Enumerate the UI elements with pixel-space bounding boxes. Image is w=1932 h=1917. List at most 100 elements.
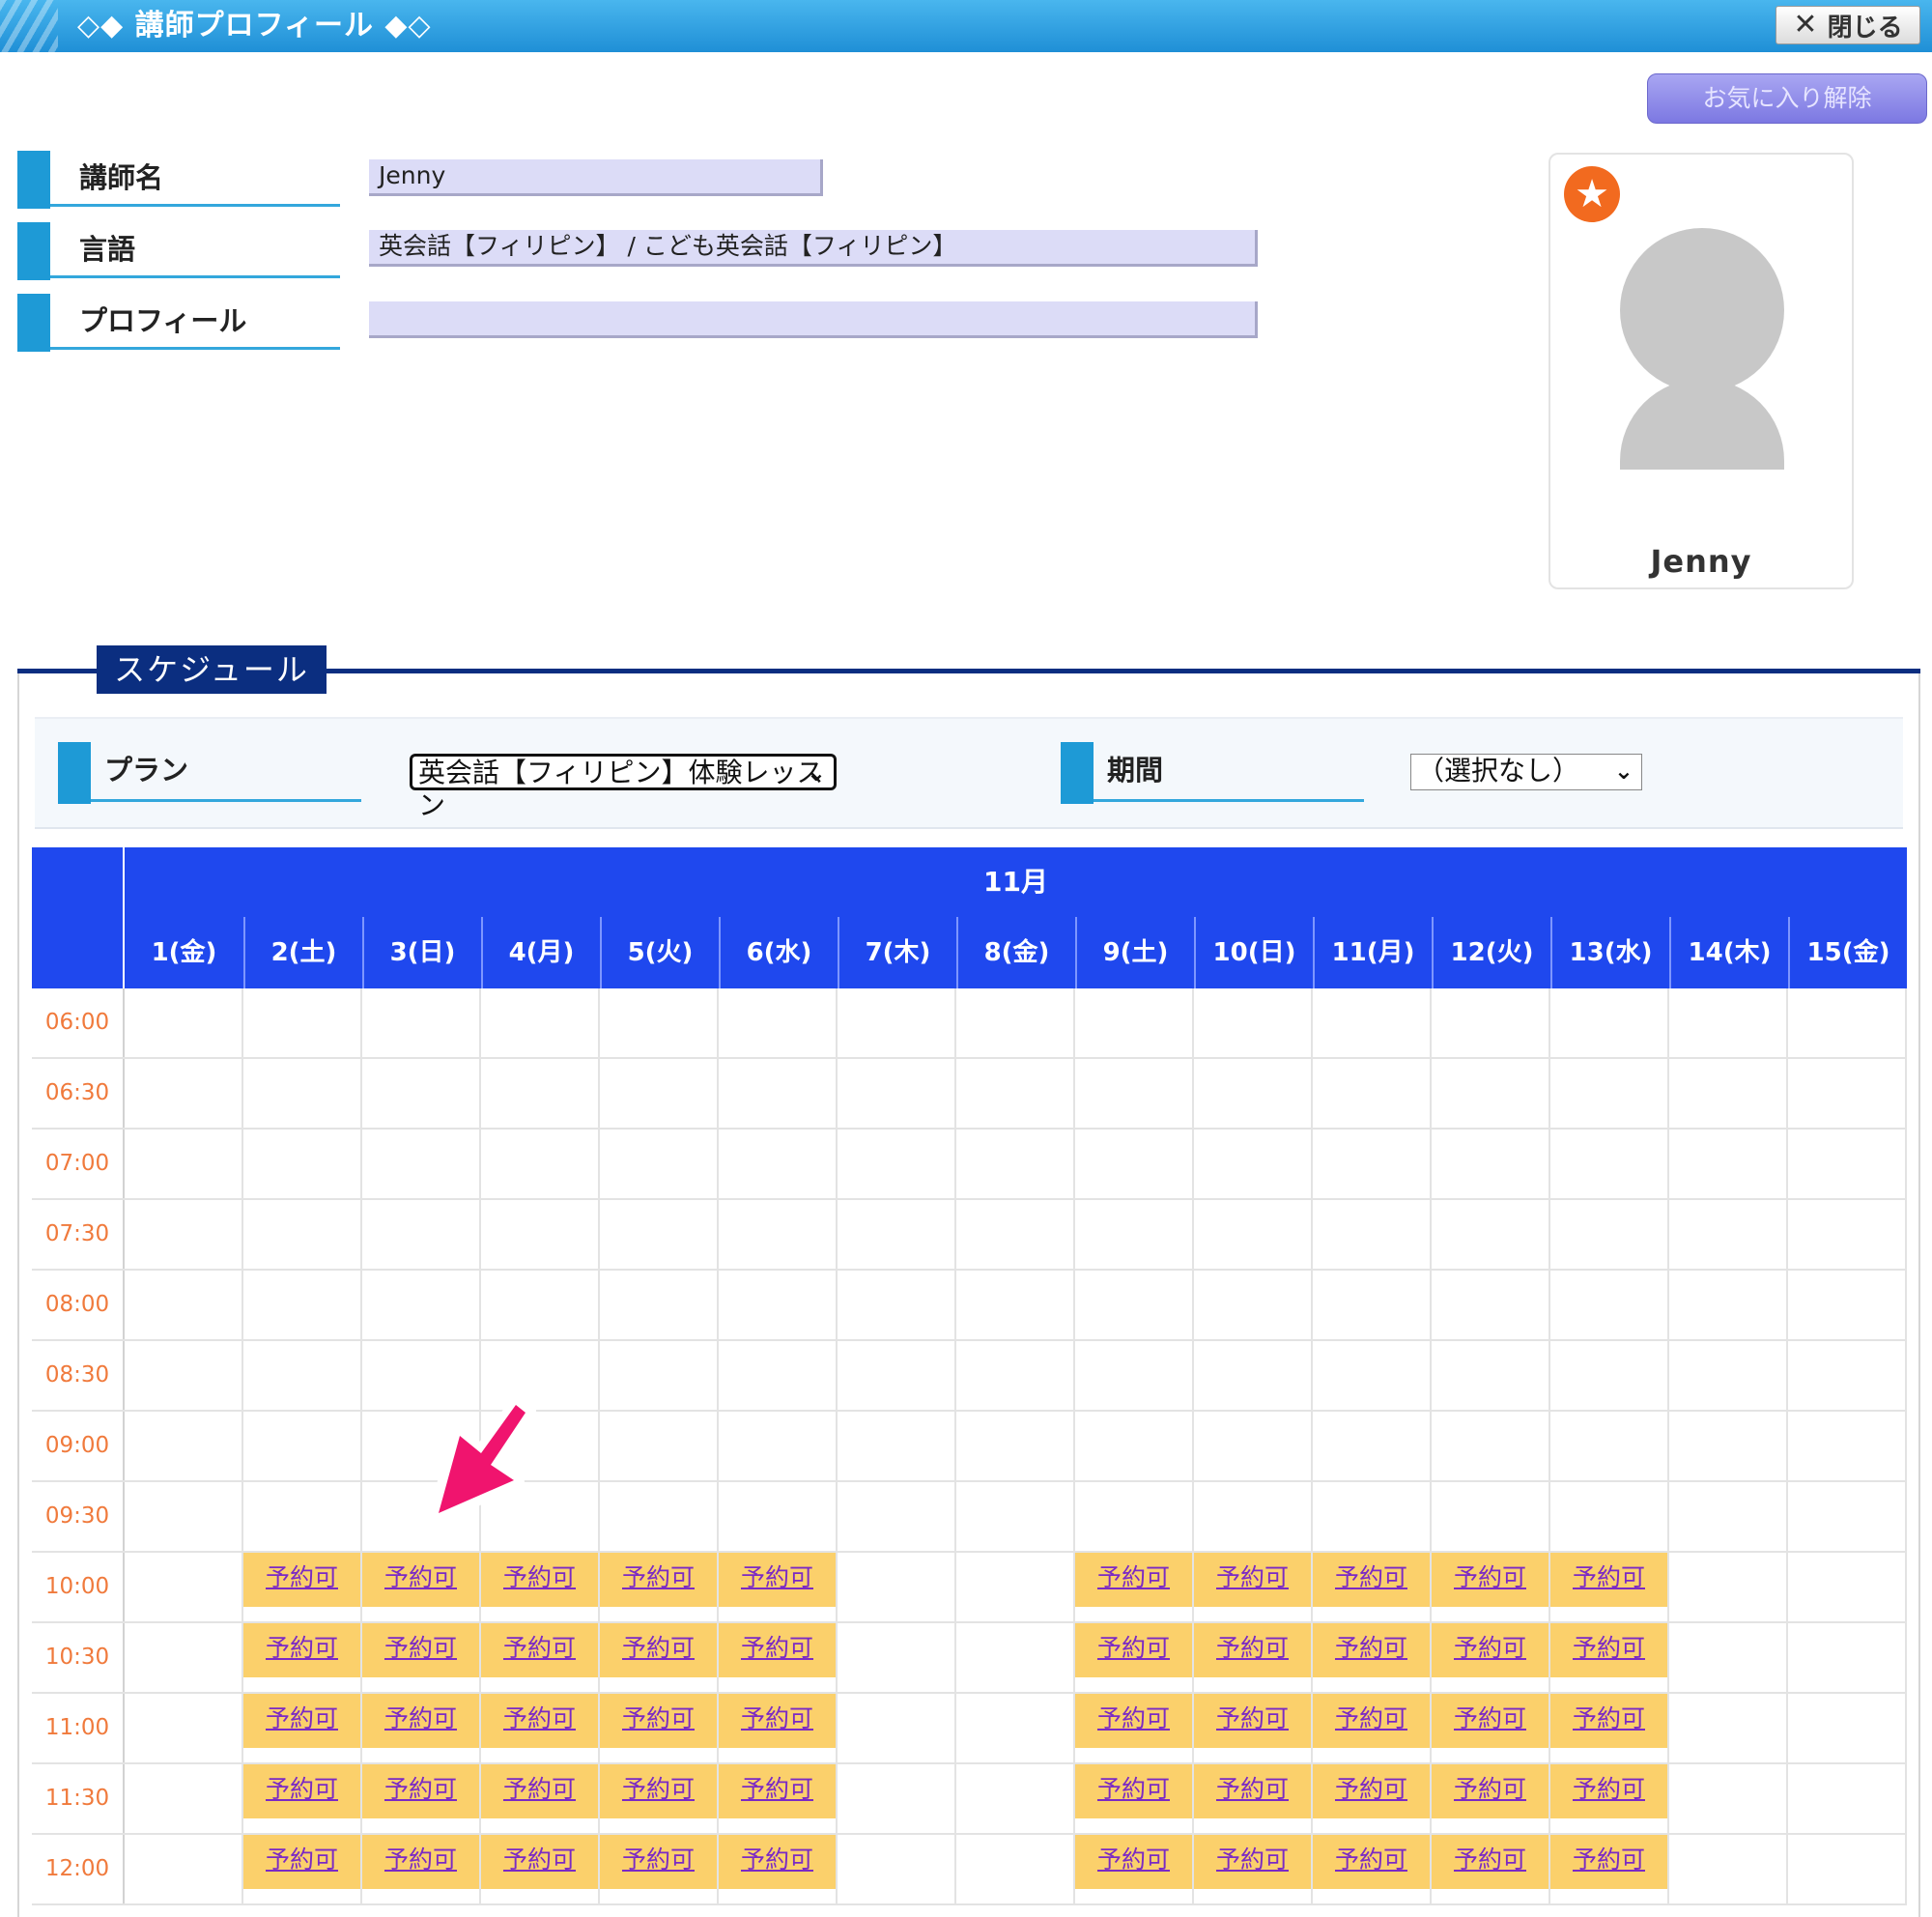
reserve-slot-link[interactable]: 予約可: [1432, 1553, 1548, 1607]
slot-cell: 予約可: [1075, 1553, 1194, 1621]
slot-cell: [125, 1835, 243, 1903]
profile-value: [369, 301, 1258, 338]
time-row: 06:00: [32, 988, 1907, 1059]
slot-cell: 予約可: [600, 1553, 719, 1621]
slot-cell: [1075, 1412, 1194, 1480]
time-row: 07:30: [32, 1200, 1907, 1271]
slot-cell: [1194, 1482, 1313, 1551]
reserve-slot-link[interactable]: 予約可: [1550, 1835, 1667, 1889]
slot-cell: 予約可: [481, 1694, 600, 1762]
reserve-slot-link[interactable]: 予約可: [719, 1553, 836, 1607]
reserve-slot-link[interactable]: 予約可: [243, 1694, 360, 1748]
close-button[interactable]: ✕ 閉じる: [1776, 6, 1920, 44]
reserve-slot-link[interactable]: 予約可: [1194, 1553, 1311, 1607]
slot-cell: [719, 1412, 838, 1480]
slot-cell: [125, 1623, 243, 1692]
slot-cell: [838, 1694, 956, 1762]
slot-cell: [719, 988, 838, 1057]
reserve-slot-link[interactable]: 予約可: [1432, 1623, 1548, 1677]
time-row: 10:00 予約可 予約可 予約可 予約可 予約可 予約可 予約可 予約可 予約可 予約可: [32, 1553, 1907, 1623]
day-header: 9(土): [1075, 917, 1194, 988]
reserve-slot-link[interactable]: 予約可: [600, 1835, 717, 1889]
reserve-slot-link[interactable]: 予約可: [1194, 1623, 1311, 1677]
slot-cell: [1788, 1623, 1907, 1692]
reserve-slot-link[interactable]: 予約可: [600, 1623, 717, 1677]
reserve-slot-link[interactable]: 予約可: [1550, 1553, 1667, 1607]
reserve-slot-link[interactable]: 予約可: [243, 1835, 360, 1889]
slot-cell: 予約可: [243, 1623, 362, 1692]
reserve-slot-link[interactable]: 予約可: [1075, 1764, 1192, 1818]
reserve-slot-link[interactable]: 予約可: [481, 1764, 598, 1818]
reserve-slot-link[interactable]: 予約可: [481, 1694, 598, 1748]
reserve-slot-link[interactable]: 予約可: [1432, 1764, 1548, 1818]
reserve-slot-link[interactable]: 予約可: [1550, 1694, 1667, 1748]
plan-select[interactable]: 英会話【フィリピン】体験レッスン ⌄: [410, 754, 837, 821]
reserve-slot-link[interactable]: 予約可: [481, 1835, 598, 1889]
reserve-slot-link[interactable]: 予約可: [1194, 1694, 1311, 1748]
period-select[interactable]: （選択なし） ⌄: [1410, 754, 1642, 790]
close-icon: ✕: [1793, 8, 1818, 42]
reserve-slot-link[interactable]: 予約可: [1313, 1694, 1430, 1748]
period-select-value: （選択なし）: [1417, 755, 1580, 787]
reserve-slot-link[interactable]: 予約可: [1432, 1835, 1548, 1889]
reserve-slot-link[interactable]: 予約可: [243, 1623, 360, 1677]
slot-cell: [1550, 1341, 1669, 1410]
reserve-slot-link[interactable]: 予約可: [719, 1764, 836, 1818]
reserve-slot-link[interactable]: 予約可: [1313, 1553, 1430, 1607]
slot-cell: [838, 988, 956, 1057]
reserve-slot-link[interactable]: 予約可: [719, 1623, 836, 1677]
slot-cell: [600, 1271, 719, 1339]
schedule-tab: スケジュール: [97, 645, 327, 694]
reserve-slot-link[interactable]: 予約可: [1550, 1623, 1667, 1677]
reserve-slot-link[interactable]: 予約可: [1075, 1623, 1192, 1677]
reserve-slot-link[interactable]: 予約可: [1550, 1764, 1667, 1818]
slot-cell: [125, 1200, 243, 1269]
slot-cell: 予約可: [600, 1694, 719, 1762]
reserve-slot-link[interactable]: 予約可: [362, 1553, 479, 1607]
slot-cell: [125, 1130, 243, 1198]
slot-cell: [1550, 1482, 1669, 1551]
slot-cell: [1313, 1271, 1432, 1339]
slot-cell: [1550, 1200, 1669, 1269]
reserve-slot-link[interactable]: 予約可: [1432, 1694, 1548, 1748]
slot-cell: [1669, 1623, 1788, 1692]
reserve-slot-link[interactable]: 予約可: [600, 1764, 717, 1818]
slot-cell: [1669, 1835, 1788, 1903]
reserve-slot-link[interactable]: 予約可: [1075, 1553, 1192, 1607]
plan-select-value: 英会話【フィリピン】体験レッスン: [418, 757, 824, 821]
reserve-slot-link[interactable]: 予約可: [1075, 1835, 1192, 1889]
day-header: 3(日): [362, 917, 481, 988]
reserve-slot-link[interactable]: 予約可: [362, 1694, 479, 1748]
slot-cell: 予約可: [1313, 1623, 1432, 1692]
favorite-star-icon[interactable]: ★: [1564, 166, 1620, 222]
reserve-slot-link[interactable]: 予約可: [1194, 1835, 1311, 1889]
reserve-slot-link[interactable]: 予約可: [362, 1835, 479, 1889]
slot-cell: [1788, 1412, 1907, 1480]
day-header: 7(木): [838, 917, 956, 988]
time-row: 08:00: [32, 1271, 1907, 1341]
slot-cell: [1788, 1764, 1907, 1833]
reserve-slot-link[interactable]: 予約可: [719, 1694, 836, 1748]
reserve-slot-link[interactable]: 予約可: [600, 1553, 717, 1607]
remove-favorite-button[interactable]: お気に入り解除: [1647, 73, 1927, 124]
reserve-slot-link[interactable]: 予約可: [719, 1835, 836, 1889]
day-header: 11(月): [1313, 917, 1432, 988]
day-header: 10(日): [1194, 917, 1313, 988]
reserve-slot-link[interactable]: 予約可: [243, 1553, 360, 1607]
reserve-slot-link[interactable]: 予約可: [600, 1694, 717, 1748]
label-accent-bar: [17, 222, 50, 280]
reserve-slot-link[interactable]: 予約可: [362, 1623, 479, 1677]
reserve-slot-link[interactable]: 予約可: [1313, 1835, 1430, 1889]
reserve-slot-link[interactable]: 予約可: [243, 1764, 360, 1818]
slot-cell: 予約可: [1550, 1764, 1669, 1833]
reserve-slot-link[interactable]: 予約可: [481, 1553, 598, 1607]
reserve-slot-link[interactable]: 予約可: [362, 1764, 479, 1818]
reserve-slot-link[interactable]: 予約可: [1075, 1694, 1192, 1748]
time-row: 12:00 予約可 予約可 予約可 予約可 予約可 予約可 予約可 予約可 予約可 予約可: [32, 1835, 1907, 1905]
slot-cell: [1550, 1271, 1669, 1339]
reserve-slot-link[interactable]: 予約可: [1313, 1764, 1430, 1818]
reserve-slot-link[interactable]: 予約可: [481, 1623, 598, 1677]
reserve-slot-link[interactable]: 予約可: [1313, 1623, 1430, 1677]
slot-cell: 予約可: [243, 1553, 362, 1621]
reserve-slot-link[interactable]: 予約可: [1194, 1764, 1311, 1818]
